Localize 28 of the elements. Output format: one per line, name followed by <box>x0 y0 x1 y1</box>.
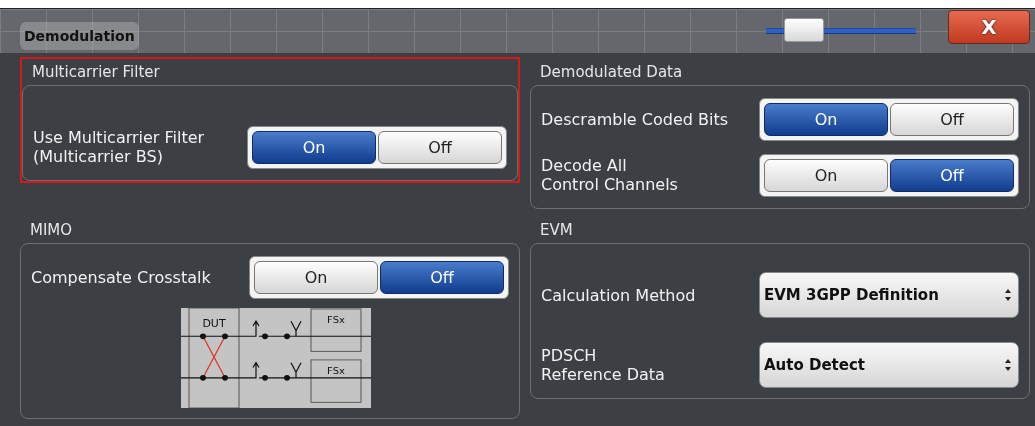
updown-icon <box>1004 288 1012 302</box>
window-title: Demodulation <box>20 22 139 50</box>
section-title: Multicarrier Filter <box>31 62 161 83</box>
toggle-option[interactable]: On <box>764 102 888 136</box>
close-button[interactable]: X <box>948 10 1030 44</box>
setting-label: Compensate Crosstalk <box>31 267 211 287</box>
section-title: Demodulated Data <box>539 62 684 83</box>
setting-label: Decode All Control Channels <box>541 156 678 194</box>
toggle-option[interactable]: On <box>254 260 378 294</box>
toggle-option[interactable]: Off <box>890 158 1014 192</box>
setting-label: Calculation Method <box>541 285 696 305</box>
slider-thumb[interactable] <box>784 18 824 42</box>
setting-label: Use Multicarrier Filter (Multicarrier BS) <box>33 128 205 166</box>
toggle-option[interactable]: Off <box>380 260 504 294</box>
setting-label: Descramble Coded Bits <box>541 109 729 129</box>
analyzer-label: FSx <box>327 365 345 376</box>
section-title: MIMO <box>29 220 74 241</box>
device-label: DUT <box>202 317 226 330</box>
dropdown[interactable]: Auto Detect <box>759 342 1019 388</box>
toggle-option[interactable]: On <box>252 130 376 164</box>
updown-icon <box>1004 358 1012 372</box>
toggle-option[interactable]: Off <box>890 102 1014 136</box>
toggle-option[interactable]: On <box>764 158 888 192</box>
analyzer-label: FSx <box>327 314 345 326</box>
dropdown[interactable]: EVM 3GPP Definition <box>759 272 1019 318</box>
section-title: EVM <box>539 220 574 241</box>
setting-label: PDSCH Reference Data <box>541 346 665 384</box>
toggle-option[interactable]: Off <box>378 130 502 164</box>
